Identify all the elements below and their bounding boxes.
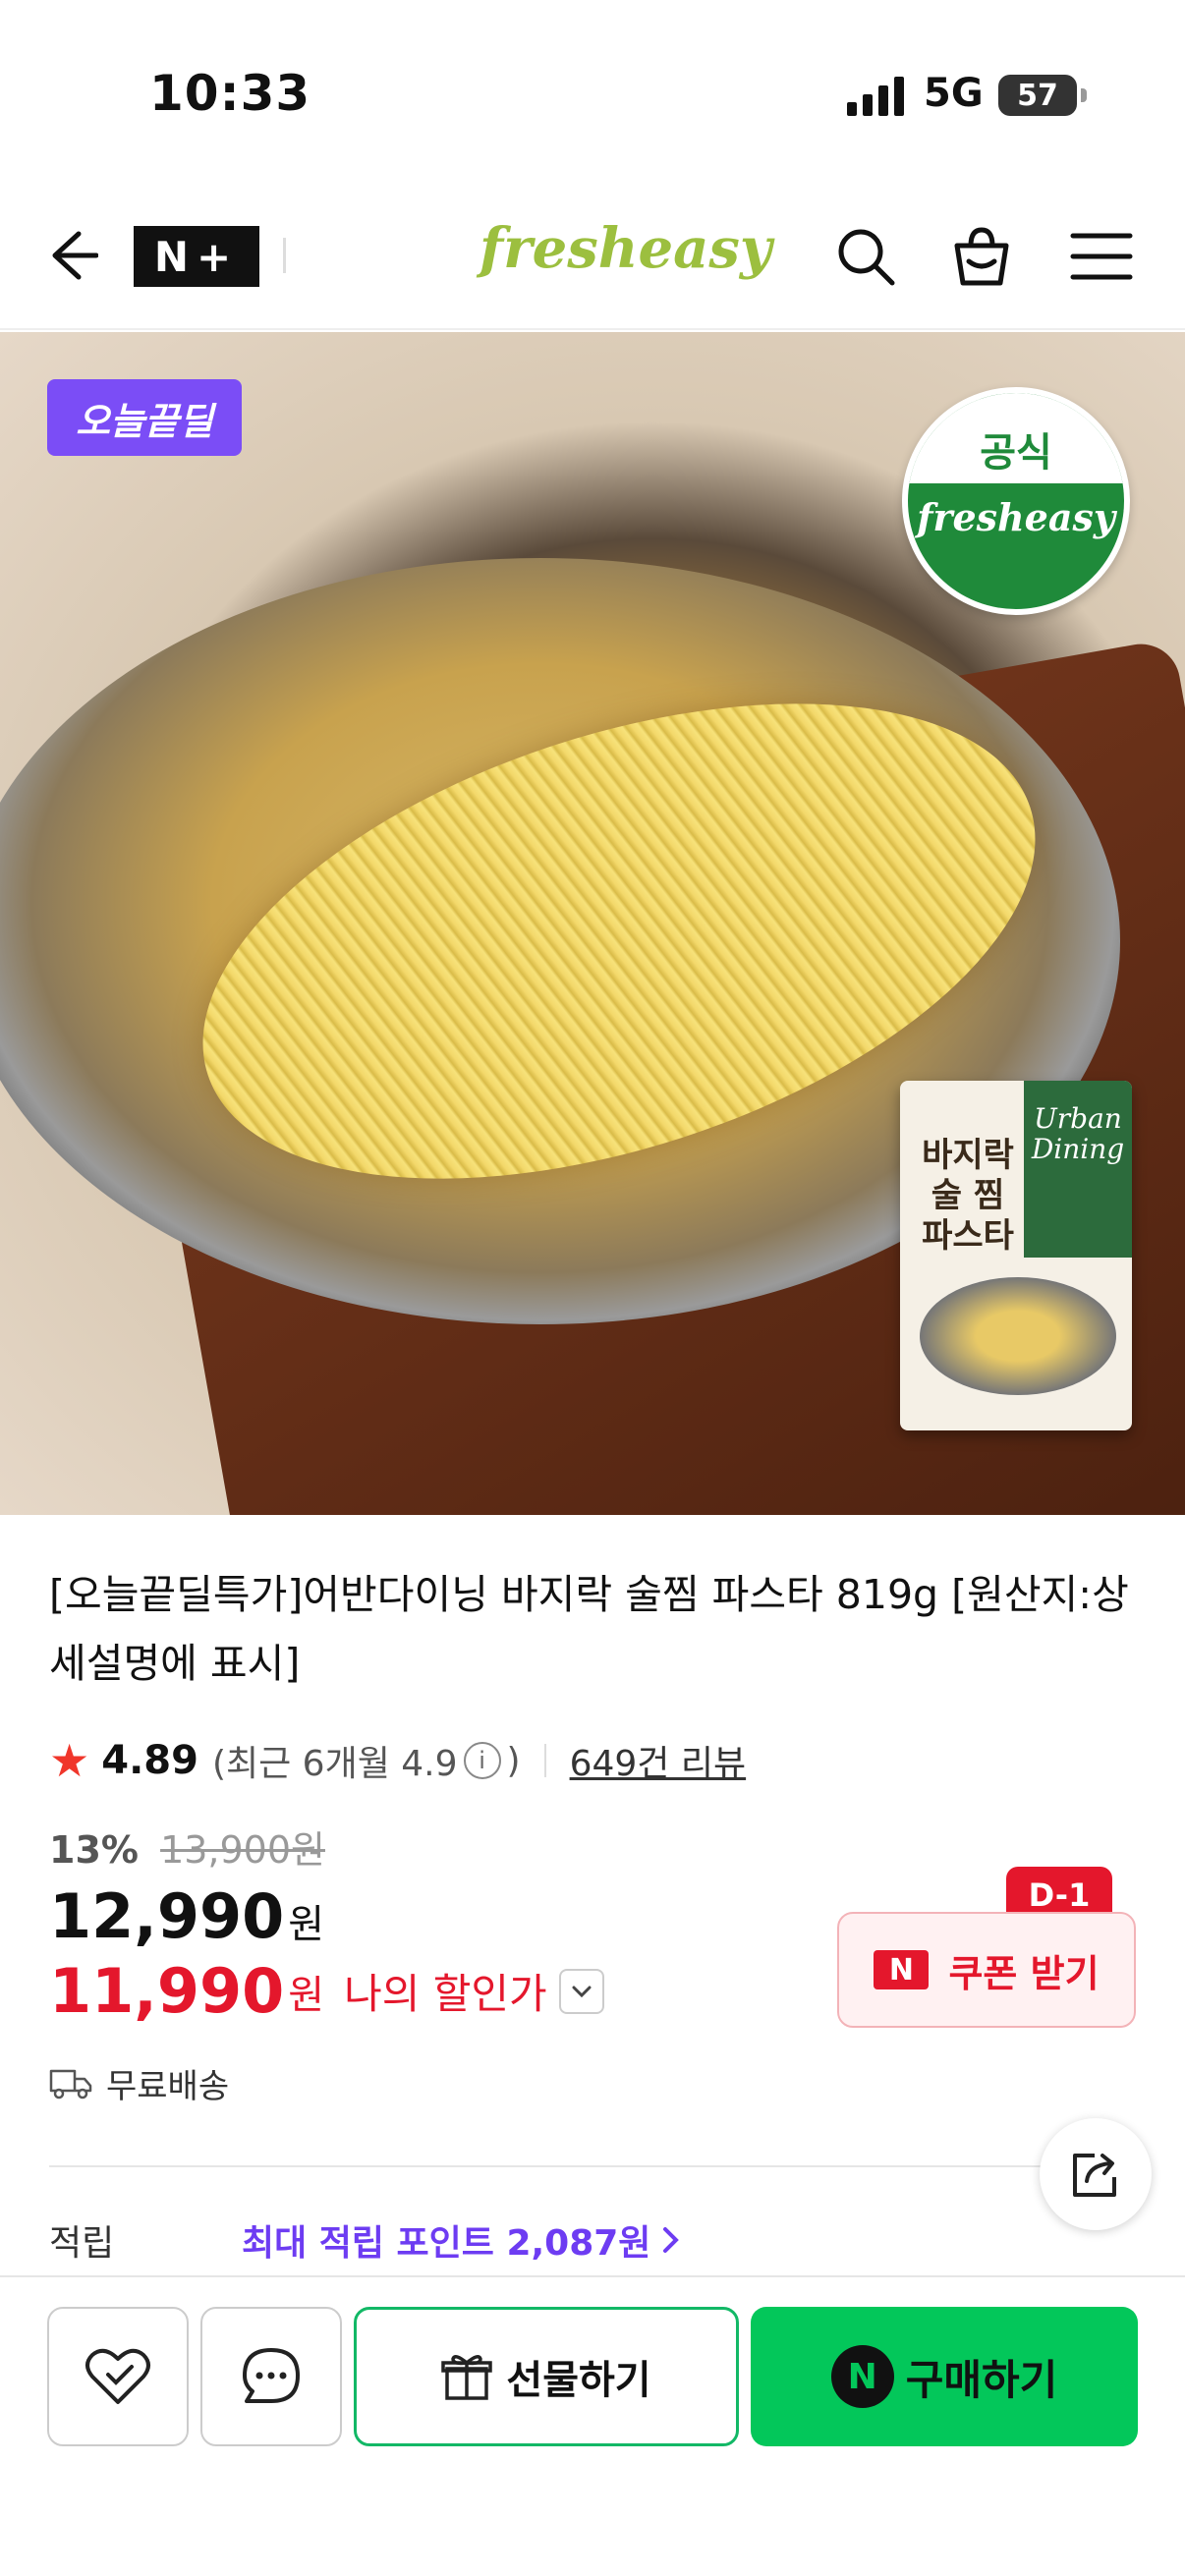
status-bar: 10:33 5G 57 — [0, 0, 1185, 187]
discount-percent: 13% — [49, 1828, 139, 1872]
header-divider — [283, 238, 286, 273]
coupon-label: 쿠폰 받기 — [948, 1951, 1100, 1995]
sale-price-value: 12,990 — [49, 1880, 285, 1952]
gift-label: 선물하기 — [506, 2358, 651, 2403]
shipping-label: 무료배송 — [106, 2067, 230, 2106]
logo-fresh: fresh — [480, 216, 639, 281]
shipping-info: 무료배송 — [49, 2059, 229, 2107]
fresheasy-logo[interactable]: fresheasy — [480, 216, 771, 281]
sale-price-unit: 원 — [288, 1902, 325, 1947]
rating-score: 4.89 — [101, 1738, 198, 1783]
truck-icon — [49, 2069, 92, 2099]
naver-pay-icon: N — [830, 2345, 894, 2408]
search-icon[interactable] — [833, 224, 898, 289]
bottom-action-bar: 선물하기 N 구매하기 — [0, 2275, 1185, 2576]
original-price: 13,900원 — [160, 1828, 325, 1872]
gift-button[interactable]: 선물하기 — [354, 2307, 739, 2446]
logo-easy: easy — [638, 216, 772, 281]
top-nav: N+ fresheasy — [0, 196, 1185, 330]
chat-button[interactable] — [200, 2307, 342, 2446]
menu-icon[interactable] — [1069, 224, 1134, 289]
coupon-button[interactable]: N 쿠폰 받기 — [837, 1912, 1136, 2028]
product-title: [오늘끝딜특가]어반다이닝 바지락 술찜 파스타 819g [원산지:상세설명에… — [49, 1571, 1129, 1687]
recent-rating-close: ) — [506, 1740, 521, 1781]
signal-icon — [847, 77, 904, 116]
points-label: 적립 — [49, 2223, 115, 2264]
official-badge: 공식 fresheasy — [902, 387, 1130, 615]
heart-check-icon — [85, 2348, 150, 2404]
star-icon: ★ — [49, 1734, 90, 1787]
official-badge-top: 공식 — [908, 393, 1124, 483]
package-brand: Urban Dining — [1024, 1081, 1132, 1258]
official-badge-bottom: fresheasy — [917, 495, 1115, 539]
gift-icon — [441, 2355, 493, 2400]
package-title: 바지락 술 찜 파스타 — [922, 1136, 1014, 1256]
recent-rating: (최근 6개월 4.9 — [211, 1744, 458, 1784]
review-count-link[interactable]: 649건 리뷰 — [570, 1735, 747, 1786]
chevron-right-icon — [663, 2227, 680, 2253]
buy-button[interactable]: N 구매하기 — [751, 2307, 1138, 2446]
package-bowl-graphic — [920, 1277, 1116, 1395]
share-icon — [1073, 2154, 1116, 2197]
chat-bubble-icon — [243, 2348, 300, 2403]
discount-row: 13% 13,900원 — [49, 1820, 325, 1874]
my-price-unit: 원 — [288, 1972, 325, 2018]
battery-icon: 57 — [998, 75, 1087, 116]
cart-icon[interactable] — [949, 224, 1014, 289]
my-price-label: 나의 할인가 — [344, 1970, 547, 2018]
rating-divider — [543, 1744, 546, 1777]
rating-row: ★ 4.89 (최근 6개월 4.9 i ) 649건 리뷰 — [49, 1731, 746, 1790]
info-icon[interactable]: i — [463, 1742, 501, 1779]
product-package: 바지락 술 찜 파스타 Urban Dining — [900, 1081, 1132, 1430]
back-arrow-icon[interactable] — [39, 226, 98, 285]
chevron-down-icon[interactable] — [558, 1968, 604, 2014]
status-time: 10:33 — [149, 65, 311, 122]
points-value: 최대 적립 포인트 2,087원 — [242, 2223, 651, 2264]
share-button[interactable] — [1040, 2118, 1152, 2230]
points-row[interactable]: 적립 최대 적립 포인트 2,087원 — [49, 2214, 1130, 2266]
buy-label: 구매하기 — [905, 2355, 1058, 2404]
naver-n-icon: N — [874, 1950, 930, 1989]
section-divider — [49, 2165, 1089, 2167]
sale-price: 12,990 원 — [49, 1880, 324, 1952]
deal-badge: 오늘끝딜 — [47, 379, 242, 456]
network-type: 5G — [924, 71, 984, 116]
my-discount-price: 11,990 원 나의 할인가 — [49, 1955, 604, 2027]
wishlist-button[interactable] — [47, 2307, 189, 2446]
nplus-logo[interactable]: N+ — [134, 226, 259, 287]
my-price-value: 11,990 — [49, 1955, 285, 2027]
product-image[interactable]: 오늘끝딜 공식 fresheasy 바지락 술 찜 파스타 Urban Dini… — [0, 332, 1185, 1515]
